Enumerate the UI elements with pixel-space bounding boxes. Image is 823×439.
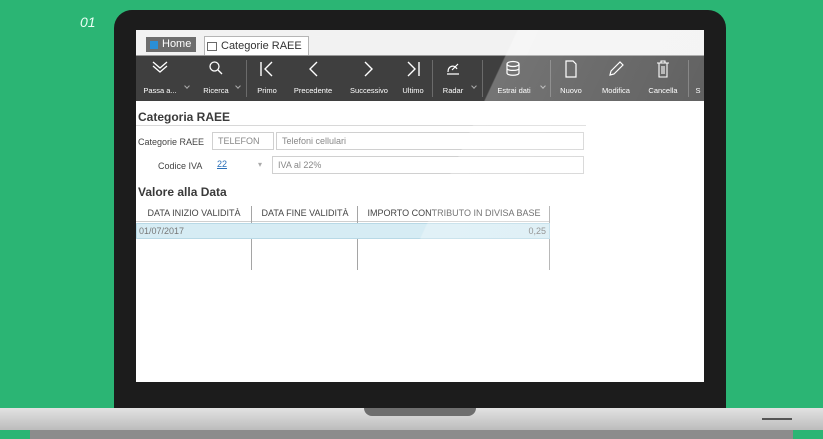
primo-button[interactable]: Primo [251,56,283,101]
passa-label: Passa a... [143,86,177,95]
toolbar-separator [432,60,433,97]
estrai-dropdown-icon[interactable] [540,83,546,89]
precedente-button[interactable]: Precedente [288,56,338,101]
categoria-label: Categorie RAEE [138,137,205,147]
radar-dropdown-icon[interactable] [471,83,477,89]
cancella-label: Cancella [648,86,678,95]
successivo-button[interactable]: Successivo [344,56,394,101]
ultimo-label: Ultimo [402,86,424,95]
cell-inizio: 01/07/2017 [139,226,185,236]
pencil-icon [609,61,624,76]
new-document-icon [565,60,577,78]
chevron-left-icon [309,61,318,77]
laptop-notch [364,408,476,416]
primo-label: Primo [257,86,277,95]
power-indicator [762,418,792,420]
radar-button[interactable]: Radar [436,56,470,101]
lookup-icon[interactable]: ▾ [258,160,262,169]
toolbar: Passa a... Ricerca Primo Precedente Succ… [136,56,704,101]
last-icon [407,61,420,77]
table-icon [207,41,217,51]
estrai-dati-label: Estrai dati [497,86,531,95]
toolbar-separator [482,60,483,97]
modifica-label: Modifica [602,86,630,95]
toolbar-separator [688,60,689,97]
categoria-desc-field: Telefoni cellulari [276,132,584,150]
home-icon [150,40,158,49]
double-chevron-down-icon [152,61,168,73]
passa-dropdown-icon[interactable] [184,83,190,89]
categoria-code-field[interactable]: TELEFON [212,132,274,150]
column-header-importo[interactable]: IMPORTO CONTRIBUTO IN DIVISA BASE [360,206,548,221]
ultimo-button[interactable]: Ultimo [398,56,428,101]
iva-code-field[interactable]: 22 [212,156,254,174]
table-row[interactable]: 01/07/2017 0,25 [136,223,550,239]
grid-title: Valore alla Data [138,185,227,199]
slide-number: 01 [80,14,96,30]
database-icon [506,60,520,76]
laptop-base-bottom [30,430,793,439]
column-header-inizio[interactable]: DATA INIZIO VALIDITÀ [138,206,250,221]
search-icon [209,61,223,75]
header-divider [136,221,550,222]
ricerca-label: Ricerca [203,86,229,95]
divider [136,125,586,126]
radar-label: Radar [442,86,464,95]
tab-bar: Home Categorie RAEE [136,30,704,56]
estrai-dati-button[interactable]: Estrai dati [488,56,540,101]
nuovo-button[interactable]: Nuovo [554,56,588,101]
successivo-label: Successivo [350,86,388,95]
cancella-button[interactable]: Cancella [644,56,682,101]
ricerca-dropdown-icon[interactable] [235,83,241,89]
toolbar-separator [550,60,551,97]
radar-icon [447,63,459,75]
app-screen: Home Categorie RAEE Passa a... Ricerca P… [136,30,704,382]
tab-categorie-label: Categorie RAEE [221,40,302,52]
ricerca-button[interactable]: Ricerca [196,56,236,101]
cell-importo: 0,25 [528,226,546,236]
precedente-label: Precedente [293,86,333,95]
nuovo-label: Nuovo [560,86,582,95]
column-header-fine[interactable]: DATA FINE VALIDITÀ [254,206,356,221]
iva-desc-field: IVA al 22% [272,156,584,174]
iva-label: Codice IVA [158,161,203,171]
cut-off-button[interactable]: S [692,56,704,101]
tab-categorie-raee[interactable]: Categorie RAEE [204,36,309,55]
tab-home-label: Home [162,38,192,50]
trash-icon [657,60,669,78]
toolbar-separator [246,60,247,97]
passa-button[interactable]: Passa a... [136,56,184,101]
first-icon [260,61,273,77]
modifica-button[interactable]: Modifica [596,56,636,101]
form-title: Categoria RAEE [138,110,231,124]
tab-home[interactable]: Home [146,37,197,52]
cut-off-label: S [695,86,701,95]
chevron-right-icon [364,61,373,77]
